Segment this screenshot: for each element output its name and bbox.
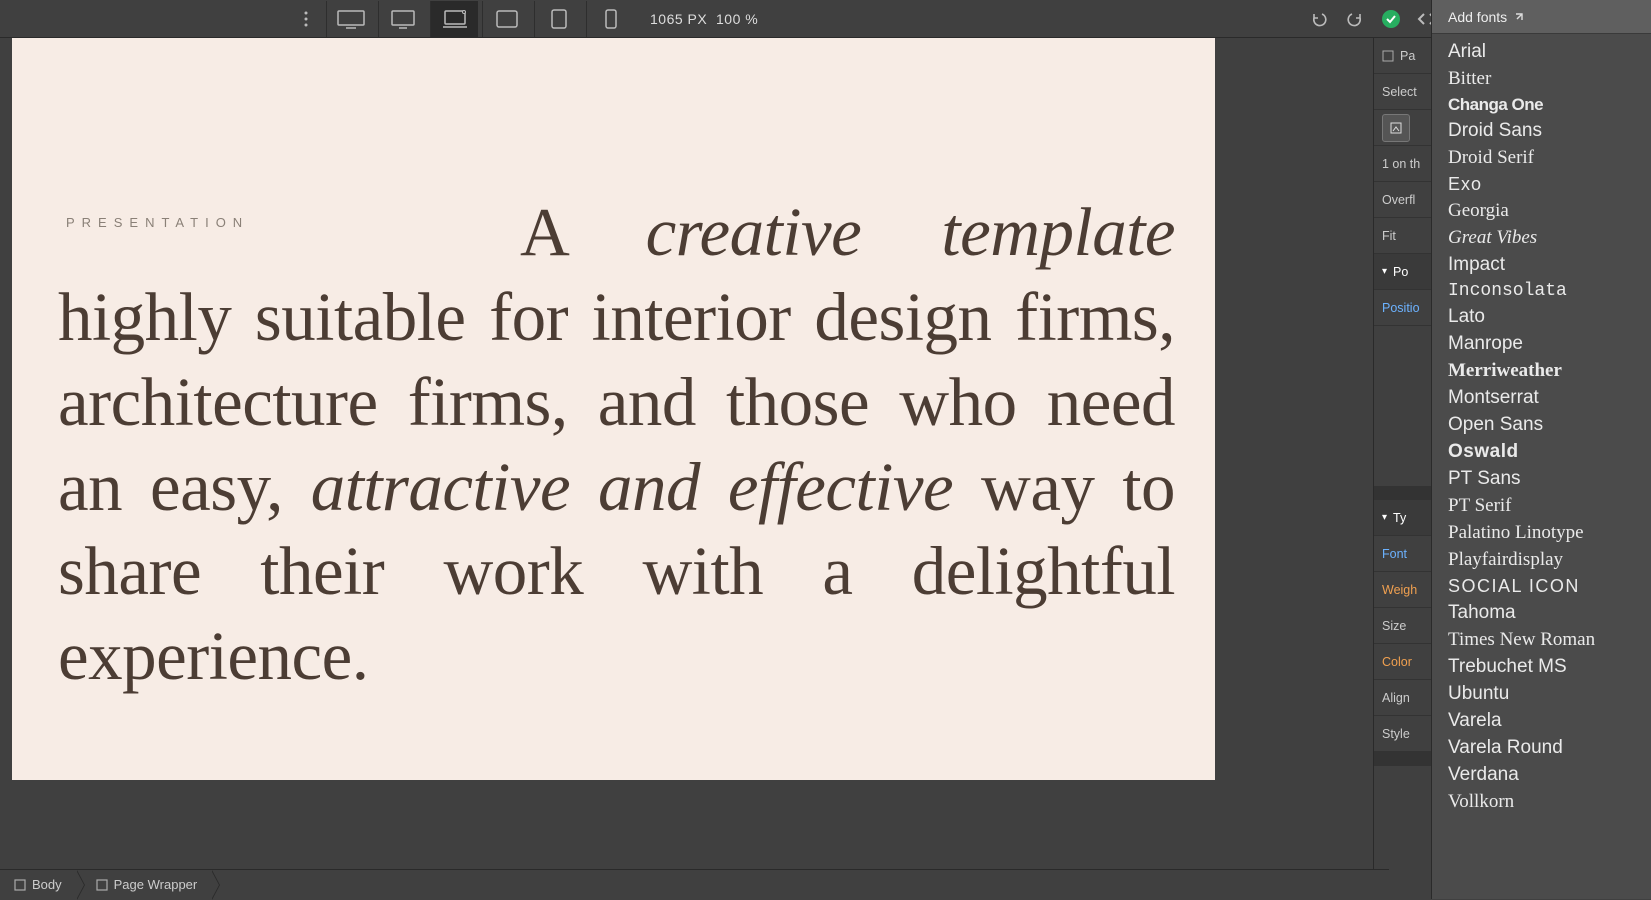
font-option-vollkorn[interactable]: Vollkorn xyxy=(1432,788,1651,815)
panel-divider xyxy=(1374,486,1431,500)
typography-section-header[interactable]: ▾Ty xyxy=(1374,500,1431,536)
color-label: Color xyxy=(1382,655,1412,669)
device-laptop-button[interactable] xyxy=(430,1,478,37)
external-link-icon xyxy=(1513,11,1525,23)
font-option-montserrat[interactable]: Montserrat xyxy=(1432,384,1651,411)
position-section-label: Po xyxy=(1393,265,1408,279)
font-option-merriweather[interactable]: Merriweather xyxy=(1432,357,1651,384)
design-canvas[interactable]: PRESENTATION A creative template highly … xyxy=(12,38,1215,780)
align-label: Align xyxy=(1382,691,1410,705)
size-label: Size xyxy=(1382,619,1406,633)
font-option-ptserif[interactable]: PT Serif xyxy=(1432,492,1651,519)
font-option-tnr[interactable]: Times New Roman xyxy=(1432,626,1651,653)
font-list: ArialBitterChanga OneDroid SansDroid Ser… xyxy=(1432,34,1651,819)
font-option-verdana[interactable]: Verdana xyxy=(1432,761,1651,788)
hero-text-part1: A xyxy=(520,194,646,270)
weight-label: Weigh xyxy=(1382,583,1417,597)
add-fonts-button[interactable]: Add fonts xyxy=(1432,0,1651,34)
font-option-trebuchet[interactable]: Trebuchet MS xyxy=(1432,653,1651,680)
device-mobile-button[interactable] xyxy=(586,1,634,37)
selector-row[interactable]: Select xyxy=(1374,74,1431,110)
font-option-varelar[interactable]: Varela Round xyxy=(1432,734,1651,761)
font-dropdown: Add fonts ArialBitterChanga OneDroid San… xyxy=(1431,0,1651,899)
font-label: Font xyxy=(1382,547,1407,561)
font-option-tahoma[interactable]: Tahoma xyxy=(1432,599,1651,626)
font-option-manrope[interactable]: Manrope xyxy=(1432,330,1651,357)
selector-label: Select xyxy=(1382,85,1417,99)
position-row[interactable]: Positio xyxy=(1374,290,1431,326)
align-row[interactable]: Align xyxy=(1374,680,1431,716)
redo-button[interactable] xyxy=(1339,1,1371,37)
text-style-label: Style xyxy=(1382,727,1410,741)
position-label: Positio xyxy=(1382,301,1420,315)
canvas-width-value: 1065 PX xyxy=(650,11,707,27)
page-label: Pa xyxy=(1400,49,1415,63)
body-icon xyxy=(14,879,26,891)
overflow-row[interactable]: Overfl xyxy=(1374,182,1431,218)
hero-heading[interactable]: A creative template highly suitable for … xyxy=(58,190,1175,699)
add-fonts-label: Add fonts xyxy=(1448,9,1507,25)
font-option-arial[interactable]: Arial xyxy=(1432,38,1651,65)
font-option-lato[interactable]: Lato xyxy=(1432,303,1651,330)
font-option-opensans[interactable]: Open Sans xyxy=(1432,411,1651,438)
font-option-exo[interactable]: Exo xyxy=(1432,171,1651,197)
breadcrumb-page-wrapper[interactable]: Page Wrapper xyxy=(76,870,212,899)
font-option-changa[interactable]: Changa One xyxy=(1432,92,1651,117)
fit-row[interactable]: Fit xyxy=(1374,218,1431,254)
fit-label: Fit xyxy=(1382,229,1396,243)
workspace: PRESENTATION A creative template highly … xyxy=(0,38,1389,869)
hero-text-em1: creative template xyxy=(646,194,1175,270)
device-desktop-xl-button[interactable] xyxy=(326,1,374,37)
hero-text-em2: attractive and effective xyxy=(311,449,953,525)
on-this-row: 1 on th xyxy=(1374,146,1431,182)
font-option-bitter[interactable]: Bitter xyxy=(1432,65,1651,92)
canvas-width-readout: 1065 PX 100 % xyxy=(650,11,758,27)
top-toolbar: 1065 PX 100 % Publish xyxy=(0,0,1651,38)
font-option-ubuntu[interactable]: Ubuntu xyxy=(1432,680,1651,707)
size-row[interactable]: Size xyxy=(1374,608,1431,644)
text-style-row[interactable]: Style xyxy=(1374,716,1431,752)
color-row[interactable]: Color xyxy=(1374,644,1431,680)
position-section-header[interactable]: ▾Po xyxy=(1374,254,1431,290)
font-option-palatino[interactable]: Palatino Linotype xyxy=(1432,519,1651,546)
breadcrumb-body-label: Body xyxy=(32,877,62,892)
font-option-ptsans[interactable]: PT Sans xyxy=(1432,465,1651,492)
weight-row[interactable]: Weigh xyxy=(1374,572,1431,608)
on-this-label: 1 on th xyxy=(1382,157,1420,171)
class-chip-row[interactable] xyxy=(1374,110,1431,146)
status-ok-icon xyxy=(1375,1,1407,37)
font-option-socialicon[interactable]: SOCIAL ICON xyxy=(1432,573,1651,599)
font-option-oswald[interactable]: Oswald xyxy=(1432,438,1651,465)
style-panel: Pa Select 1 on th Overfl Fit ▾Po Positio… xyxy=(1373,38,1431,899)
font-option-droidserif[interactable]: Droid Serif xyxy=(1432,144,1651,171)
font-option-droidsans[interactable]: Droid Sans xyxy=(1432,117,1651,144)
font-option-varela[interactable]: Varela xyxy=(1432,707,1651,734)
canvas-zoom-value: 100 % xyxy=(716,11,758,27)
overflow-label: Overfl xyxy=(1382,193,1415,207)
breadcrumb-body[interactable]: Body xyxy=(0,870,76,899)
font-row[interactable]: Font xyxy=(1374,536,1431,572)
wrapper-icon xyxy=(96,879,108,891)
panel-divider-2 xyxy=(1374,752,1431,766)
more-options-button[interactable] xyxy=(290,10,322,28)
page-icon xyxy=(1382,50,1394,62)
font-option-georgia[interactable]: Georgia xyxy=(1432,197,1651,224)
breadcrumb-page-wrapper-label: Page Wrapper xyxy=(114,877,198,892)
typography-section-label: Ty xyxy=(1393,511,1406,525)
class-chip-icon xyxy=(1382,114,1410,142)
font-option-playfair[interactable]: Playfairdisplay xyxy=(1432,546,1651,573)
undo-button[interactable] xyxy=(1303,1,1335,37)
font-option-inconsolata[interactable]: Inconsolata xyxy=(1432,278,1651,303)
page-row[interactable]: Pa xyxy=(1374,38,1431,74)
device-tablet-landscape-button[interactable] xyxy=(482,1,530,37)
font-option-greatvibes[interactable]: Great Vibes xyxy=(1432,224,1651,251)
device-tablet-portrait-button[interactable] xyxy=(534,1,582,37)
panel-gap xyxy=(1374,326,1431,486)
font-option-impact[interactable]: Impact xyxy=(1432,251,1651,278)
device-desktop-button[interactable] xyxy=(378,1,426,37)
breadcrumb-bar: Body Page Wrapper xyxy=(0,869,1389,899)
